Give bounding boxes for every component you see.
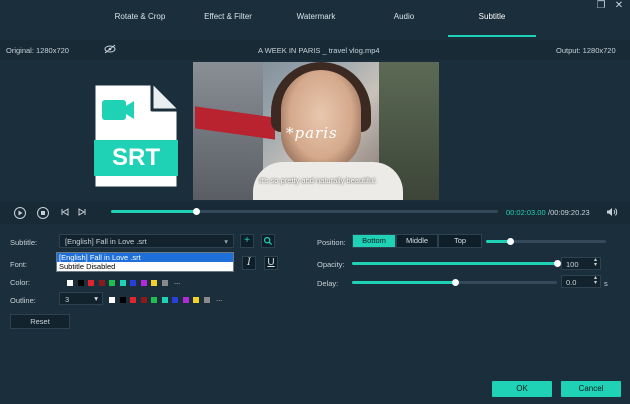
color-swatch[interactable] — [151, 297, 157, 303]
more-outline-colors-button[interactable]: ... — [216, 294, 222, 303]
italic-button[interactable]: I — [242, 256, 256, 270]
color-swatch[interactable] — [130, 280, 136, 286]
play-button[interactable] — [14, 207, 26, 219]
info-bar: Original: 1280x720 A WEEK IN PARIS _ tra… — [0, 40, 630, 60]
delay-slider-fill — [352, 281, 455, 284]
color-swatch[interactable] — [98, 280, 105, 286]
close-icon[interactable]: ✕ — [612, 0, 626, 12]
color-swatch[interactable] — [140, 280, 147, 286]
timeline-handle[interactable] — [193, 208, 200, 215]
position-bottom-button[interactable]: Bottom — [352, 234, 396, 248]
dropdown-option-english[interactable]: [English] Fall in Love .srt — [57, 253, 233, 262]
subtitle-select[interactable]: [English] Fall in Love .srt ▾ — [59, 234, 234, 248]
search-subtitle-button[interactable] — [261, 234, 275, 248]
opacity-slider-fill — [352, 262, 557, 265]
opacity-value: 100 — [566, 260, 579, 269]
subtitle-label: Subtitle: — [10, 238, 38, 247]
color-swatch[interactable] — [88, 280, 94, 286]
tab-subtitle[interactable]: Subtitle — [452, 12, 532, 26]
tab-active-indicator — [448, 35, 536, 37]
color-swatch[interactable] — [77, 280, 84, 286]
timeline-progress — [111, 210, 196, 213]
font-label: Font: — [10, 260, 28, 269]
color-swatch[interactable] — [172, 297, 178, 303]
tab-rotate-crop[interactable]: Rotate & Crop — [100, 12, 180, 26]
position-middle-button[interactable]: Middle — [396, 234, 438, 248]
overlay-text: *paris — [286, 124, 338, 142]
chevron-down-icon: ▾ — [94, 294, 98, 303]
stop-button[interactable] — [37, 207, 49, 219]
spinner-arrows-icon[interactable]: ▴ ▾ — [594, 257, 597, 268]
delay-input[interactable]: 0.0 ▴ ▾ — [561, 275, 601, 288]
restore-icon[interactable]: ❐ — [594, 0, 608, 12]
dropdown-option-disabled[interactable]: Subtitle Disabled — [57, 262, 233, 271]
position-top-button[interactable]: Top — [438, 234, 482, 248]
delay-slider-handle[interactable] — [452, 279, 459, 286]
color-swatch[interactable] — [151, 280, 157, 286]
color-swatch[interactable] — [161, 280, 168, 286]
color-swatch[interactable] — [161, 297, 168, 303]
original-resolution: Original: 1280x720 — [6, 46, 69, 55]
spinner-arrows-icon[interactable]: ▴ ▾ — [594, 275, 597, 286]
total-time: /00:09:20.23 — [548, 208, 590, 217]
current-time: 00:02:03.00 — [506, 208, 546, 217]
opacity-slider-handle[interactable] — [554, 260, 561, 267]
ok-button[interactable]: OK — [492, 381, 552, 397]
delay-label: Delay: — [317, 279, 339, 288]
previous-frame-icon[interactable] — [60, 207, 70, 219]
color-swatch[interactable] — [130, 297, 136, 303]
color-swatch[interactable] — [193, 297, 199, 303]
color-swatch[interactable] — [119, 297, 126, 303]
outline-label: Outline: — [10, 296, 36, 305]
more-colors-button[interactable]: ... — [174, 277, 180, 286]
add-subtitle-button[interactable]: + — [240, 234, 254, 248]
delay-value: 0.0 — [566, 278, 577, 287]
position-slider-handle[interactable] — [507, 238, 514, 245]
position-label: Position: — [317, 238, 346, 247]
subtitle-select-value: [English] Fall in Love .srt — [65, 237, 147, 246]
file-name: A WEEK IN PARIS _ travel vlog.mp4 — [258, 46, 380, 55]
color-label: Color: — [10, 278, 31, 287]
color-swatch[interactable] — [203, 297, 210, 303]
volume-icon[interactable] — [606, 207, 618, 219]
next-frame-icon[interactable] — [77, 207, 87, 219]
subtitle-preview-text: It's so pretty and naturally beautiful. — [259, 176, 377, 185]
color-swatch[interactable] — [109, 280, 115, 286]
underline-button[interactable]: U — [264, 256, 278, 270]
tab-effect-filter[interactable]: Effect & Filter — [188, 12, 268, 26]
outline-size-value: 3 — [65, 295, 70, 304]
eye-icon[interactable] — [104, 44, 116, 56]
color-swatch[interactable] — [140, 297, 147, 303]
opacity-label: Opacity: — [317, 260, 345, 269]
color-swatch[interactable] — [119, 280, 126, 286]
color-swatch[interactable] — [67, 280, 73, 286]
cancel-button[interactable]: Cancel — [561, 381, 621, 397]
chevron-down-icon: ▾ — [224, 237, 228, 246]
srt-label: SRT — [112, 144, 160, 171]
srt-file-icon: SRT — [90, 80, 182, 192]
tab-audio[interactable]: Audio — [364, 12, 444, 26]
delay-unit: s — [604, 279, 608, 288]
opacity-input[interactable]: 100 ▴ ▾ — [561, 257, 601, 270]
color-swatch[interactable] — [182, 297, 189, 303]
color-swatch[interactable] — [109, 297, 115, 303]
tab-watermark[interactable]: Watermark — [276, 12, 356, 26]
reset-button[interactable]: Reset — [10, 314, 70, 329]
output-resolution: Output: 1280x720 — [556, 46, 616, 55]
outline-size-select[interactable]: 3 ▾ — [59, 292, 103, 305]
